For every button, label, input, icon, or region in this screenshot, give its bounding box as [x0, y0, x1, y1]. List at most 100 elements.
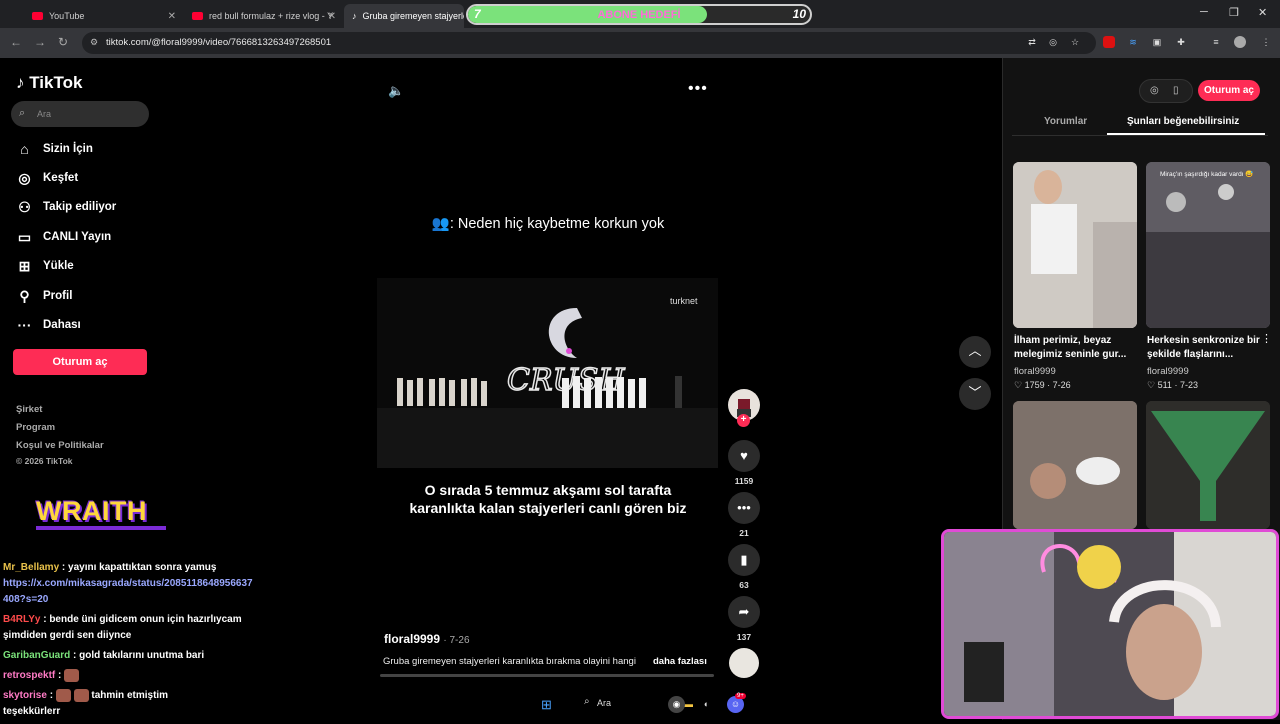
subscriber-goal-bar: 7 ABONE HEDEFİ 10 [466, 4, 812, 25]
bookmark-star-icon[interactable]: ☆ [1069, 36, 1081, 48]
comment-button[interactable]: ••• [728, 492, 760, 524]
nav-live[interactable]: ▭ CANLI Yayın [16, 228, 111, 246]
previous-video-button[interactable]: ︿ [959, 336, 991, 368]
tiktok-icon: ♪ [352, 11, 357, 21]
tab-redbull[interactable]: red bull formulaz + rize vlog - Y ✕ [184, 4, 342, 28]
video-frame[interactable]: CRUSH [377, 278, 718, 468]
nav-upload[interactable]: ⊞ Yükle [16, 257, 74, 275]
nav-label: Keşfet [43, 172, 79, 184]
card-user[interactable]: floral9999 [1014, 366, 1056, 377]
chat-text: teşekkürlerr [3, 706, 61, 717]
card-date: 7-23 [1179, 380, 1198, 390]
address-bar-row: ← → ↻ ⚙ tiktok.com/@floral9999/video/766… [0, 28, 1280, 58]
taskbar-search-label[interactable]: Ara [597, 698, 611, 708]
card-user[interactable]: floral9999 [1147, 366, 1189, 377]
save-button[interactable]: ▮ [728, 544, 760, 576]
nav-label: Profil [43, 290, 73, 302]
taskbar-search-icon[interactable]: ⌕ [584, 696, 590, 707]
author-name[interactable]: floral9999 [384, 632, 440, 646]
follow-plus-icon[interactable]: + [737, 414, 750, 427]
share-button[interactable]: ➦ [728, 596, 760, 628]
chevron-down-icon: ﹀ [968, 385, 982, 400]
music-disc[interactable] [729, 648, 759, 678]
video-progress-bar[interactable] [380, 674, 714, 677]
card-title[interactable]: İlham perimiz, beyaz melegimiz seninle gu… [1014, 334, 1136, 362]
volume-icon[interactable]: 🔈 [388, 83, 404, 99]
extension-red-icon[interactable] [1103, 36, 1115, 48]
nav-following[interactable]: ⚇ Takip ediliyor [16, 198, 116, 216]
chrome-icon[interactable]: ◉ [668, 696, 685, 713]
search-input[interactable]: ⌕ Ara [11, 101, 149, 127]
thumbnail-image [1013, 401, 1137, 529]
tab-tiktok[interactable]: ♪ Gruba giremeyen stajyerleri [344, 4, 464, 28]
subtitle-line-1: O sırada 5 temmuz akşamı sol tarafta [424, 482, 672, 498]
nav-for-you[interactable]: ⌂ Sizin İçin [16, 140, 93, 158]
footer-company[interactable]: Şirket [16, 404, 42, 415]
suggested-video-thumb[interactable] [1013, 401, 1137, 529]
compass-icon[interactable]: ◎ [1150, 85, 1159, 96]
follow-icon: ⚇ [18, 198, 31, 215]
close-tab-icon[interactable]: ✕ [328, 11, 336, 22]
phone-icon[interactable]: ▯ [1173, 85, 1179, 96]
eye-off-icon[interactable]: ◎ [1047, 36, 1059, 48]
card-kebab-icon[interactable]: ⋮ [1261, 332, 1272, 345]
chat-message: GaribanGuard : gold takılarını unutma ba… [3, 648, 253, 664]
reload-icon[interactable]: ↻ [58, 35, 68, 49]
thumbnail-image [1146, 401, 1270, 529]
nav-more[interactable]: ··· Dahası [16, 316, 81, 334]
url-field[interactable]: ⚙ tiktok.com/@floral9999/video/766681326… [82, 32, 1096, 54]
reading-list-icon[interactable]: ≡ [1210, 36, 1222, 48]
login-button[interactable]: Oturum aç [13, 349, 147, 375]
tiktok-logo[interactable]: ♪ TikTok [16, 73, 82, 93]
save-count: 63 [739, 580, 749, 590]
url-text: tiktok.com/@floral9999/video/76668132634… [106, 37, 332, 48]
video-watermark: turknet [670, 296, 698, 306]
extension-box-icon[interactable]: ▣ [1151, 36, 1163, 48]
site-info-icon[interactable]: ⚙ [90, 37, 98, 48]
subtitle-line-2: karanlıkta kalan stajyerleri canlı gören… [409, 500, 687, 516]
extension-wave-icon[interactable]: ≋ [1127, 36, 1139, 48]
description-more-link[interactable]: daha fazlası [653, 656, 707, 667]
menu-kebab-icon[interactable]: ⋮ [1260, 36, 1272, 48]
footer-terms[interactable]: Koşul ve Politikalar [16, 440, 104, 451]
login-button-top[interactable]: Oturum aç [1198, 80, 1260, 101]
video-description: Gruba giremeyen stajyerleri karanlıkta b… [383, 656, 636, 667]
card-title[interactable]: Herkesin senkronize bir şekilde flaşların… [1147, 334, 1269, 362]
minimize-icon[interactable]: ─ [1200, 6, 1208, 18]
video-author[interactable]: floral9999 · 7-26 [384, 632, 470, 646]
webcam-image [944, 532, 1276, 716]
footer-program[interactable]: Program [16, 422, 55, 433]
nav-label: Takip ediliyor [43, 201, 117, 213]
next-video-button[interactable]: ﹀ [959, 378, 991, 410]
obs-icon[interactable]: ◐ [698, 696, 715, 713]
tab-bar: YouTube ✕ red bull formulaz + rize vlog … [0, 0, 1280, 28]
translate-icon[interactable]: ⇄ [1026, 36, 1038, 48]
extensions-puzzle-icon[interactable]: ✚ [1175, 36, 1187, 48]
logo-text: TikTok [29, 73, 83, 92]
maximize-icon[interactable]: ❐ [1229, 6, 1239, 19]
tab-youtube[interactable]: YouTube ✕ [24, 4, 182, 28]
back-icon[interactable]: ← [10, 35, 22, 49]
chat-message: retrospektf : [3, 668, 253, 684]
share-count: 137 [736, 632, 752, 642]
chat-user: Mr_Bellamy [3, 562, 60, 573]
close-tab-icon[interactable]: ✕ [168, 11, 176, 22]
card-date: 7-26 [1052, 380, 1071, 390]
tab-suggested[interactable]: Şunları beğenebilirsiniz [1127, 116, 1239, 127]
like-button[interactable]: ♥ [728, 440, 760, 472]
forward-icon[interactable]: → [34, 35, 46, 49]
nav-profile[interactable]: ⚲ Profil [16, 287, 72, 305]
person-icon: ⚲ [19, 287, 30, 304]
more-options-icon[interactable]: ••• [688, 80, 708, 98]
suggested-video-thumb[interactable] [1013, 162, 1137, 328]
tab-title: Gruba giremeyen stajyerleri [362, 11, 465, 21]
close-window-icon[interactable]: ✕ [1258, 6, 1267, 19]
suggested-video-thumb[interactable] [1146, 401, 1270, 529]
chat-link[interactable]: https://x.com/mikasagrada/status/2085118… [3, 578, 253, 605]
profile-avatar[interactable] [1234, 36, 1246, 48]
tab-comments[interactable]: Yorumlar [1044, 116, 1087, 127]
nav-explore[interactable]: ◎ Keşfet [16, 169, 78, 187]
comment-count: 21 [739, 528, 749, 538]
suggested-video-thumb[interactable] [1146, 162, 1270, 328]
windows-start-icon[interactable]: ⊞ [538, 696, 555, 713]
